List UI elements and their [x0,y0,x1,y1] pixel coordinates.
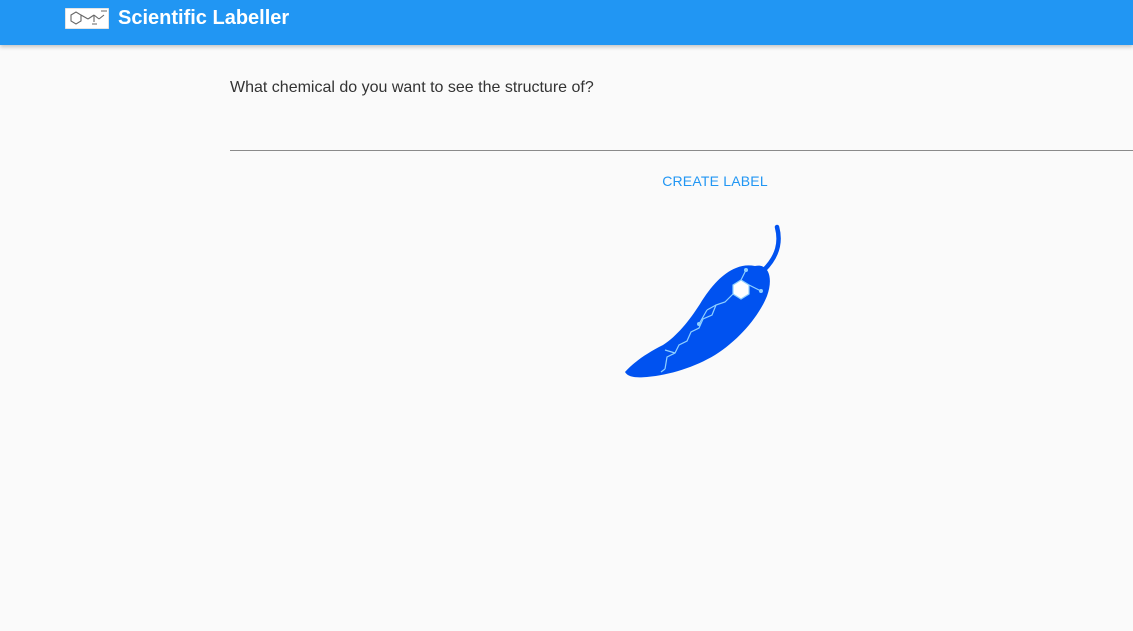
app-title: Scientific Labeller [118,7,290,29]
chemical-prompt-label: What chemical do you want to see the str… [230,79,594,96]
create-label-button[interactable]: CREATE LABEL [658,168,772,194]
app-bar: Scientific Labeller [0,0,1133,45]
chemical-name-input[interactable] [230,115,1133,151]
molecule-logo-icon [64,7,110,30]
chili-pepper-capsaicin-icon [615,220,795,385]
